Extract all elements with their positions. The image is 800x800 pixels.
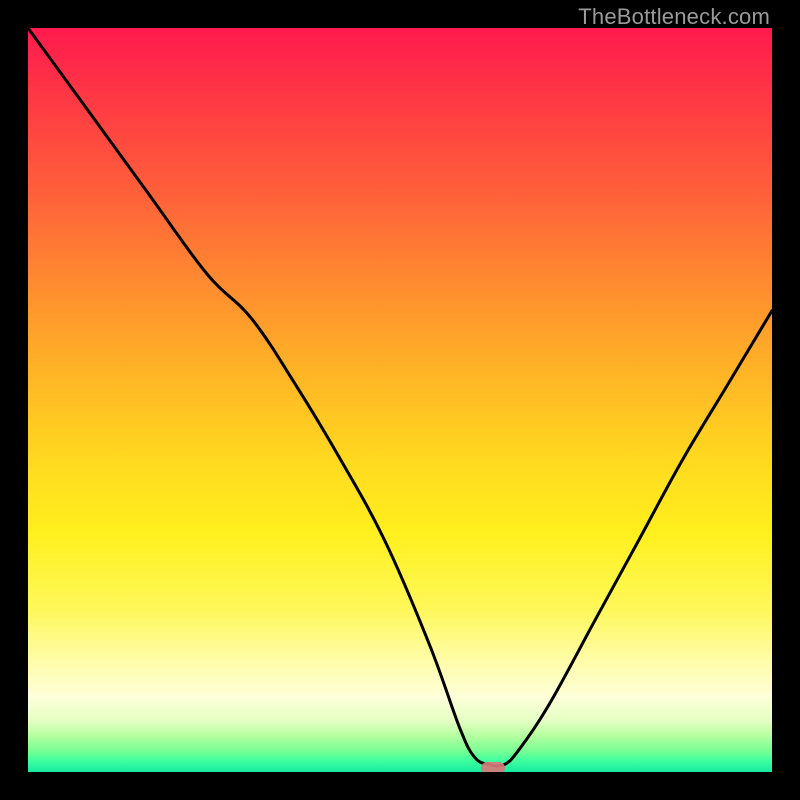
- bottleneck-curve: [28, 28, 772, 772]
- plot-area: [28, 28, 772, 772]
- chart-frame: TheBottleneck.com: [0, 0, 800, 800]
- minimum-marker: [481, 762, 505, 772]
- watermark-text: TheBottleneck.com: [578, 4, 770, 30]
- curve-path: [28, 28, 772, 766]
